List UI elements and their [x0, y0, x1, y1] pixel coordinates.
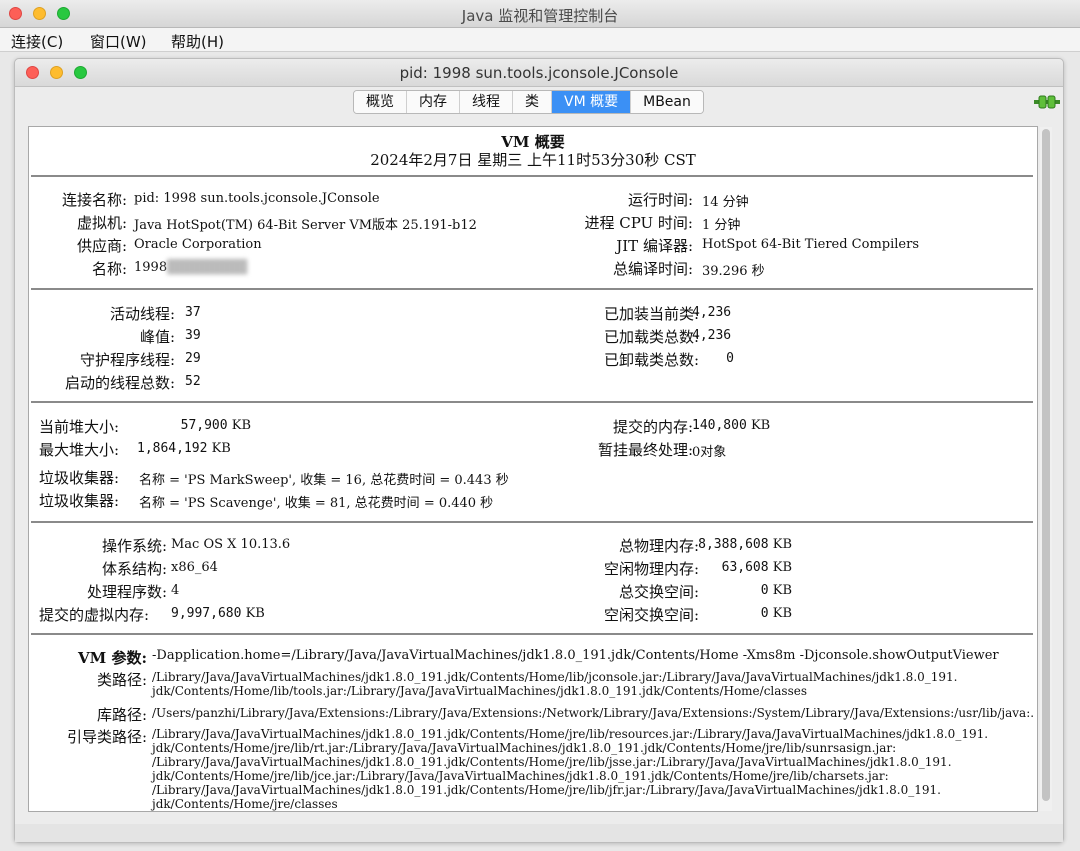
tab-vm-summary[interactable]: VM 概要 [552, 91, 632, 113]
vendor-label: 供应商: [76, 237, 127, 255]
unloaded-classes-label: 已卸载类总数: [603, 351, 699, 369]
status-strip [15, 824, 1063, 842]
live-threads-label: 活动线程: [109, 305, 175, 323]
process-cpu-value: 1 分钟 [702, 218, 741, 233]
pending-finalization-value: 0对象 [692, 445, 727, 460]
boot-classpath-line: /Library/Java/JavaVirtualMachines/jdk1.8… [152, 727, 989, 741]
tab-overview[interactable]: 概览 [354, 91, 407, 113]
daemon-threads-label: 守护程序线程: [79, 351, 175, 369]
connection-window-titlebar: pid: 1998 sun.tools.jconsole.JConsole [15, 59, 1063, 87]
free-swap-label: 空闲交换空间: [603, 606, 699, 624]
vm-args-value: -Dapplication.home=/Library/Java/JavaVir… [152, 648, 999, 663]
connection-status-icon[interactable] [1034, 94, 1060, 110]
menu-window[interactable]: 窗口(W) [90, 31, 147, 52]
boot-classpath-line: jdk/Contents/Home/jre/lib/rt.jar:/Librar… [152, 741, 897, 755]
free-physical-label: 空闲物理内存: [603, 560, 699, 578]
free-physical-value: 63,608 KB [721, 560, 792, 575]
max-heap-label: 最大堆大小: [39, 441, 120, 459]
connection-name-label: 连接名称: [61, 191, 127, 209]
gc2-value: 名称 = 'PS Scavenge', 收集 = 81, 总花费时间 = 0.4… [139, 496, 494, 511]
tab-bar: 概览 内存 线程 类 VM 概要 MBean [353, 90, 704, 114]
committed-memory-value: 140,800 KB [692, 418, 771, 433]
vm-summary-panel: VM 概要 2024年2月7日 星期三 上午11时53分30秒 CST 连接名称… [28, 126, 1038, 812]
tab-classes[interactable]: 类 [513, 91, 552, 113]
scrollbar-thumb[interactable] [1042, 129, 1050, 801]
section-divider [31, 633, 1033, 635]
vertical-scrollbar[interactable] [1040, 127, 1052, 811]
total-loaded-classes-value: 4,236 [692, 328, 732, 343]
loaded-classes-label: 已加装当前类: [603, 305, 699, 323]
uptime-value: 14 分钟 [702, 195, 749, 210]
vm-value: Java HotSpot(TM) 64-Bit Server VM版本 25.1… [134, 218, 477, 233]
gc2-label: 垃圾收集器: [39, 492, 120, 510]
gc1-label: 垃圾收集器: [39, 469, 120, 487]
connection-window: pid: 1998 sun.tools.jconsole.JConsole 概览… [14, 58, 1064, 843]
daemon-threads-value: 29 [185, 351, 201, 366]
vendor-value: Oracle Corporation [134, 237, 262, 252]
compile-time-label: 总编译时间: [612, 260, 693, 278]
os-label: 操作系统: [101, 537, 167, 555]
boot-classpath-line: jdk/Contents/Home/jre/classes [152, 797, 338, 811]
menu-bar: 连接(C) 窗口(W) 帮助(H) [0, 28, 1080, 52]
total-physical-label: 总物理内存: [618, 537, 699, 555]
name-label: 名称: [91, 260, 127, 278]
boot-classpath-line: jdk/Contents/Home/jre/lib/jce.jar:/Libra… [152, 769, 889, 783]
tab-mbean[interactable]: MBean [631, 91, 703, 113]
section-divider [31, 288, 1033, 290]
section-divider [31, 175, 1033, 177]
app-title: Java 监视和管理控制台 [461, 7, 619, 25]
jit-compiler-label: JIT 编译器: [616, 237, 693, 255]
started-threads-label: 启动的线程总数: [64, 374, 175, 392]
live-threads-value: 37 [185, 305, 201, 320]
committed-memory-label: 提交的内存: [612, 418, 693, 436]
tab-memory[interactable]: 内存 [407, 91, 460, 113]
library-path-value: /Users/panzhi/Library/Java/Extensions:/L… [152, 706, 1035, 720]
summary-datetime: 2024年2月7日 星期三 上午11时53分30秒 CST [370, 151, 696, 169]
arch-label: 体系结构: [101, 560, 167, 578]
committed-vmem-label: 提交的虚拟内存: [39, 606, 150, 624]
loaded-classes-value: 4,236 [692, 305, 732, 320]
max-heap-value: 1,864,192 KB [137, 441, 231, 456]
uptime-label: 运行时间: [627, 191, 693, 209]
boot-classpath-line: /Library/Java/JavaVirtualMachines/jdk1.8… [152, 783, 941, 797]
classpath-line: /Library/Java/JavaVirtualMachines/jdk1.8… [152, 670, 958, 684]
name-value: 1998████████ [134, 260, 248, 275]
menu-help[interactable]: 帮助(H) [171, 31, 224, 52]
section-divider [31, 521, 1033, 523]
section-divider [31, 401, 1033, 403]
heap-size-value: 57,900 KB [180, 418, 251, 433]
connection-window-title: pid: 1998 sun.tools.jconsole.JConsole [399, 64, 679, 82]
classpath-label: 类路径: [96, 671, 147, 689]
os-value: Mac OS X 10.13.6 [171, 537, 291, 552]
compile-time-value: 39.296 秒 [702, 264, 765, 279]
peak-threads-value: 39 [185, 328, 201, 343]
started-threads-value: 52 [185, 374, 201, 389]
unloaded-classes-value: 0 [726, 351, 734, 366]
vm-args-label: VM 参数: [77, 649, 147, 667]
peak-threads-label: 峰值: [139, 328, 175, 346]
total-swap-label: 总交换空间: [618, 583, 699, 601]
heap-size-label: 当前堆大小: [39, 418, 120, 436]
total-physical-value: 8,388,608 KB [698, 537, 792, 552]
total-loaded-classes-label: 已加载类总数: [603, 328, 699, 346]
pending-finalization-label: 暂挂最终处理: [597, 441, 693, 459]
app-titlebar: Java 监视和管理控制台 [0, 0, 1080, 28]
processors-value: 4 [171, 583, 180, 598]
free-swap-value: 0 KB [760, 606, 792, 621]
committed-vmem-value: 9,997,680 KB [171, 606, 265, 621]
jit-compiler-value: HotSpot 64-Bit Tiered Compilers [702, 237, 920, 252]
vm-label: 虚拟机: [76, 214, 127, 232]
arch-value: x86_64 [171, 560, 218, 575]
classpath-line: jdk/Contents/Home/lib/tools.jar:/Library… [152, 684, 807, 698]
gc1-value: 名称 = 'PS MarkSweep', 收集 = 16, 总花费时间 = 0.… [139, 473, 509, 488]
menu-connection[interactable]: 连接(C) [11, 31, 63, 52]
total-swap-value: 0 KB [760, 583, 792, 598]
boot-classpath-line: /Library/Java/JavaVirtualMachines/jdk1.8… [152, 755, 952, 769]
processors-label: 处理程序数: [86, 583, 167, 601]
tab-threads[interactable]: 线程 [460, 91, 513, 113]
boot-classpath-label: 引导类路径: [66, 728, 147, 746]
process-cpu-label: 进程 CPU 时间: [584, 214, 693, 232]
library-path-label: 库路径: [96, 706, 147, 724]
connection-name-value: pid: 1998 sun.tools.jconsole.JConsole [134, 191, 380, 206]
